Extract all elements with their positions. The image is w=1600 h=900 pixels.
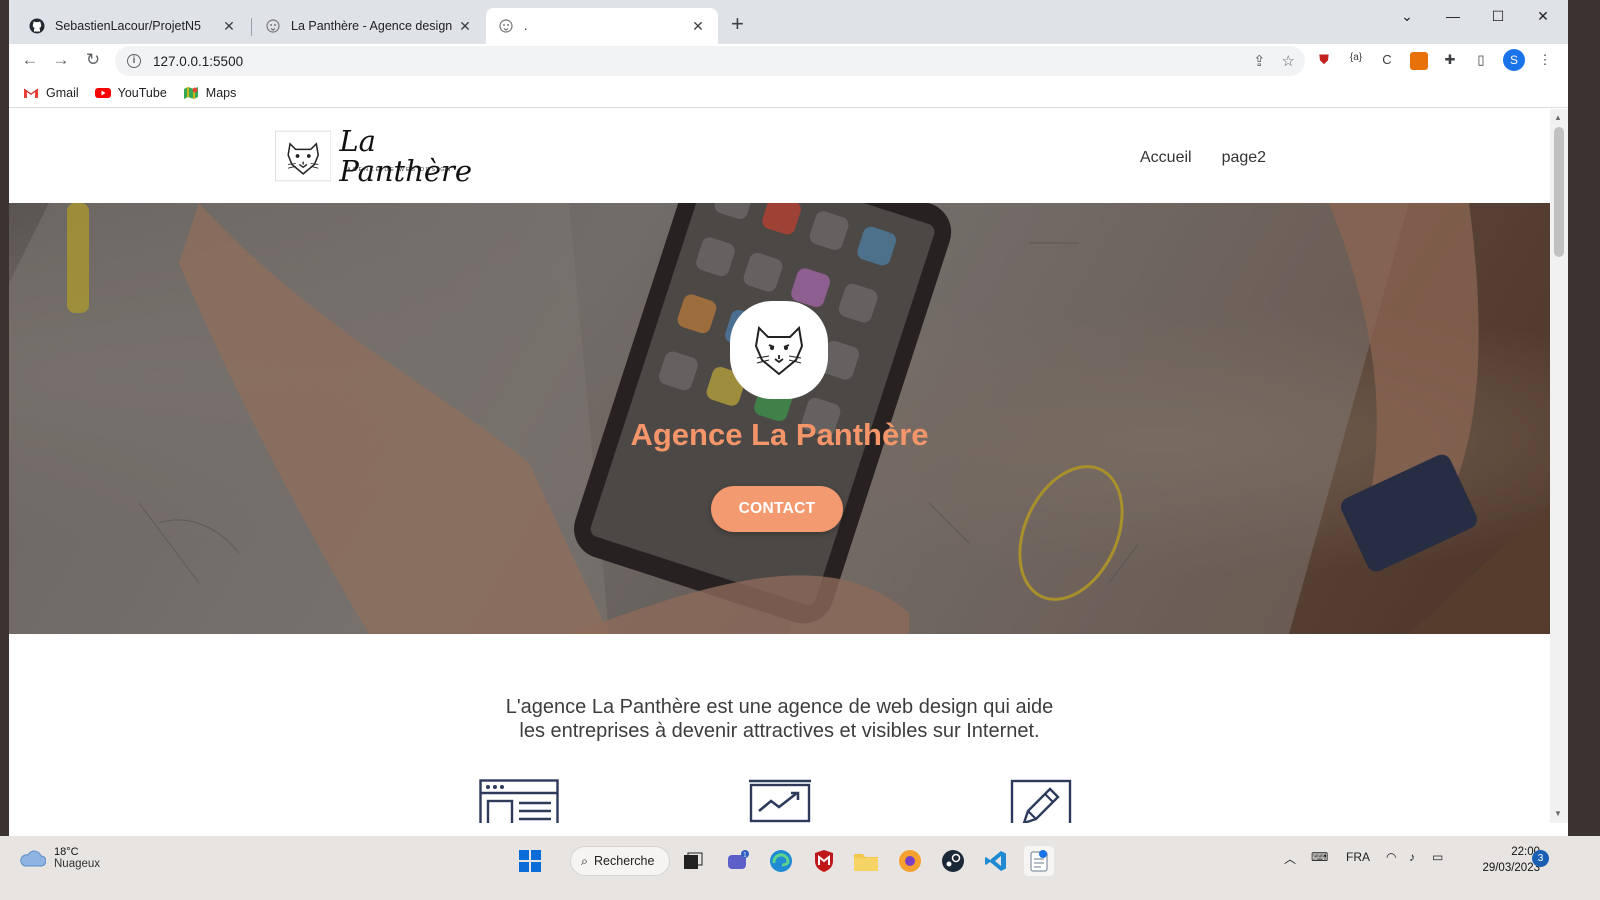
- reload-icon[interactable]: ↻: [83, 50, 103, 70]
- teams-chat-icon[interactable]: 1: [723, 846, 753, 876]
- extension-c-icon[interactable]: C: [1378, 52, 1396, 70]
- close-window-icon[interactable]: ✕: [1533, 8, 1553, 25]
- tab-search-chevron-icon[interactable]: ⌄: [1397, 8, 1417, 25]
- forward-icon[interactable]: →: [51, 50, 71, 70]
- page-scrollbar[interactable]: ▲ ▼: [1550, 109, 1568, 823]
- close-icon[interactable]: ✕: [457, 18, 473, 35]
- taskbar-clock[interactable]: 22:00 29/03/2023: [1480, 844, 1540, 876]
- tab-active[interactable]: . ✕: [486, 8, 718, 44]
- browser-toolbar: ← → ↻ i 127.0.0.1:5500 ⇪ ☆ ⛊ {a} C ✚ ▯ S…: [9, 44, 1568, 78]
- edge-browser-icon[interactable]: [766, 846, 796, 876]
- logo-name: La Panthère: [339, 124, 473, 188]
- weather-desc: Nuageux: [54, 858, 101, 870]
- hero-banner: Agence La Panthère CONTACT: [9, 203, 1550, 634]
- back-icon[interactable]: ←: [20, 50, 40, 70]
- side-panel-icon[interactable]: ▯: [1472, 52, 1490, 70]
- mcafee-icon[interactable]: [809, 846, 839, 876]
- intro-text: L'agence La Panthère est une agence de w…: [9, 695, 1550, 743]
- nav-link-page2[interactable]: page2: [1222, 149, 1267, 167]
- tray-chevron-icon[interactable]: ︿: [1284, 850, 1296, 867]
- panther-icon: [754, 325, 804, 376]
- search-label: Recherche: [594, 854, 655, 868]
- search-icon: ⌕: [581, 853, 589, 868]
- close-icon[interactable]: ✕: [690, 18, 706, 35]
- gmail-icon: [23, 88, 39, 98]
- extension-json-icon[interactable]: {a}: [1347, 52, 1365, 70]
- cloud-icon: [20, 850, 46, 867]
- logo-tagline: AGENCE DE WEB DESIGN: [347, 167, 453, 173]
- browser-window: SebastienLacour/ProjetN5 ✕ La Panthère -…: [9, 0, 1568, 836]
- bookmark-label: YouTube: [117, 85, 167, 100]
- bookmark-star-icon[interactable]: ☆: [1282, 52, 1295, 70]
- scroll-thumb[interactable]: [1554, 127, 1564, 257]
- tab-strip: SebastienLacour/ProjetN5 ✕ La Panthère -…: [9, 0, 1568, 44]
- vscode-icon[interactable]: [981, 846, 1011, 876]
- clock-time: 22:00: [1511, 846, 1540, 858]
- windows-start-icon[interactable]: [515, 846, 545, 876]
- steam-icon[interactable]: [938, 846, 968, 876]
- hero-title: Agence La Panthère: [630, 417, 929, 452]
- scroll-down-icon[interactable]: ▼: [1554, 809, 1562, 818]
- weather-temp: 18°C: [54, 846, 79, 858]
- github-icon: [29, 18, 45, 34]
- battery-icon[interactable]: ▭: [1432, 850, 1443, 864]
- maps-icon: [183, 86, 198, 99]
- intro-line-2: les entreprises à devenir attractives et…: [519, 720, 1040, 742]
- bookmark-maps[interactable]: Maps: [183, 85, 237, 100]
- bookmark-label: Maps: [205, 85, 237, 100]
- volume-icon[interactable]: ♪: [1409, 850, 1415, 864]
- profile-avatar[interactable]: S: [1503, 49, 1525, 71]
- panther-icon: [266, 19, 280, 33]
- extensions-puzzle-icon[interactable]: ✚: [1441, 52, 1459, 70]
- bookmarks-bar: Gmail YouTube Maps: [9, 78, 1568, 108]
- web-layout-icon: [479, 779, 559, 823]
- task-view-icon[interactable]: [678, 846, 708, 876]
- notification-badge[interactable]: 3: [1532, 850, 1549, 867]
- menu-kebab-icon[interactable]: ⋮: [1536, 52, 1554, 70]
- clock-date: 29/03/2023: [1482, 862, 1540, 874]
- share-icon[interactable]: ⇪: [1253, 52, 1266, 70]
- wifi-icon[interactable]: ◠: [1386, 850, 1396, 864]
- address-bar[interactable]: i 127.0.0.1:5500 ⇪ ☆: [115, 46, 1305, 76]
- keyboard-icon[interactable]: ⌨: [1311, 850, 1328, 864]
- page-viewport: La Panthère AGENCE DE WEB DESIGN Accueil…: [9, 109, 1550, 823]
- site-logo[interactable]: La Panthère AGENCE DE WEB DESIGN: [275, 124, 507, 188]
- site-header: La Panthère AGENCE DE WEB DESIGN Accueil…: [9, 109, 1550, 203]
- site-info-icon[interactable]: i: [127, 54, 141, 68]
- taskbar-search[interactable]: ⌕ Recherche: [570, 846, 670, 876]
- language-indicator[interactable]: FRA: [1346, 850, 1370, 864]
- panther-icon: [499, 19, 513, 33]
- scroll-up-icon[interactable]: ▲: [1554, 113, 1562, 122]
- youtube-icon: [94, 87, 111, 98]
- extension-off-icon[interactable]: [1410, 52, 1428, 70]
- main-nav: Accueil page2: [1140, 149, 1266, 167]
- weather-widget[interactable]: 18°C Nuageux: [18, 846, 100, 870]
- chart-growth-icon: [749, 779, 811, 823]
- nav-link-accueil[interactable]: Accueil: [1140, 149, 1192, 167]
- tab-title: La Panthère - Agence design: [291, 19, 453, 33]
- minimize-icon[interactable]: —: [1443, 8, 1463, 24]
- tab-title: SebastienLacour/ProjetN5: [55, 19, 201, 33]
- tab-title: .: [524, 19, 528, 33]
- edit-pencil-icon: [1010, 779, 1072, 823]
- bookmark-youtube[interactable]: YouTube: [94, 85, 167, 100]
- address-url: 127.0.0.1:5500: [153, 53, 244, 69]
- notepad-icon[interactable]: [1024, 846, 1054, 876]
- tab-github[interactable]: SebastienLacour/ProjetN5 ✕: [17, 8, 249, 44]
- maximize-icon[interactable]: ☐: [1488, 8, 1508, 25]
- intro-line-1: L'agence La Panthère est une agence de w…: [505, 696, 1054, 718]
- windows-taskbar: 18°C Nuageux ⌕ Recherche 1 ︿ ⌨ FRA ◠ ♪ ▭…: [0, 836, 1600, 900]
- bookmark-label: Gmail: [46, 85, 79, 100]
- file-explorer-icon[interactable]: [851, 846, 881, 876]
- brave-style-browser-icon[interactable]: [895, 846, 925, 876]
- bookmark-gmail[interactable]: Gmail: [23, 86, 79, 100]
- contact-button[interactable]: CONTACT: [711, 486, 843, 532]
- close-icon[interactable]: ✕: [221, 18, 237, 35]
- extension-shield-icon[interactable]: ⛊: [1315, 52, 1333, 70]
- hero-panther-logo: [730, 301, 828, 399]
- panther-logo-icon: [275, 130, 332, 182]
- new-tab-button[interactable]: +: [731, 13, 744, 35]
- tab-separator: [251, 18, 252, 36]
- tab-la-panthere[interactable]: La Panthère - Agence design ✕: [253, 8, 485, 44]
